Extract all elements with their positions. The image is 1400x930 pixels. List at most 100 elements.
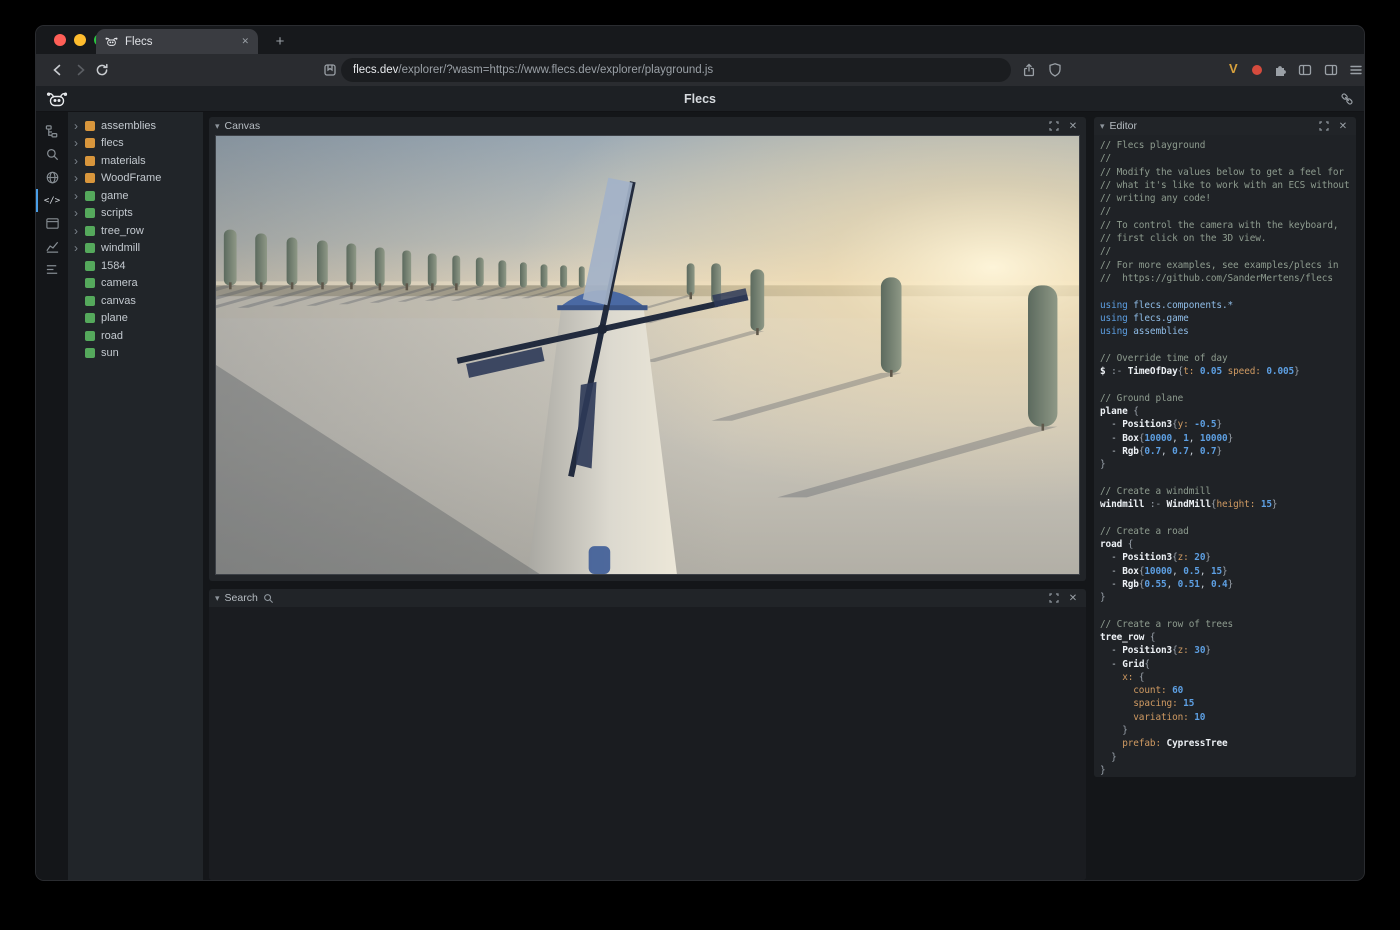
tab-close-icon[interactable]: ✕ xyxy=(241,36,249,47)
code-line: // Override time of day xyxy=(1100,352,1350,365)
entity-color-swatch xyxy=(85,121,95,131)
code-line xyxy=(1100,511,1350,524)
code-line xyxy=(1100,604,1350,617)
sidebar-panel-icon[interactable] xyxy=(1297,62,1313,78)
tree-item-road[interactable]: road xyxy=(68,327,203,345)
tree-item-plane[interactable]: plane xyxy=(68,310,203,328)
entity-color-swatch xyxy=(85,278,95,288)
browser-tab[interactable]: Flecs ✕ xyxy=(96,29,258,54)
code-line: // Flecs playground xyxy=(1100,139,1350,152)
stats-panel-icon[interactable] xyxy=(36,258,68,281)
reading-list-panel-icon[interactable] xyxy=(1323,62,1339,78)
entity-color-swatch xyxy=(85,226,95,236)
new-tab-button[interactable]: + xyxy=(270,31,290,51)
tree-item-flecs[interactable]: › flecs xyxy=(68,135,203,153)
red-extension-icon[interactable] xyxy=(1252,65,1262,75)
share-icon[interactable] xyxy=(1021,62,1037,78)
reload-button[interactable] xyxy=(94,62,110,78)
code-line: // For more examples, see examples/plecs… xyxy=(1100,259,1350,272)
tab-strip: Flecs ✕ + xyxy=(36,26,1364,54)
code-line: } xyxy=(1100,458,1350,471)
close-panel-icon[interactable]: ✕ xyxy=(1066,591,1080,605)
editor-panel-title: Editor xyxy=(1110,120,1137,132)
code-line: - Box{10000, 1, 10000} xyxy=(1100,432,1350,445)
minimize-window-button[interactable] xyxy=(74,34,86,46)
chart-panel-icon[interactable] xyxy=(36,235,68,258)
tree-item-scripts[interactable]: ›scripts xyxy=(68,205,203,223)
tree-item-assemblies[interactable]: ›assemblies xyxy=(68,117,203,135)
code-line: plane { xyxy=(1100,405,1350,418)
entity-color-swatch xyxy=(85,296,95,306)
content-area: </> ›assemblies›flecs›materials›WoodFram… xyxy=(36,112,1364,880)
fullscreen-icon[interactable] xyxy=(1317,119,1331,133)
fullscreen-icon[interactable] xyxy=(1047,119,1061,133)
world-panel-icon[interactable] xyxy=(36,166,68,189)
shield-icon[interactable] xyxy=(1047,62,1063,78)
bookmarks-sidebar-icon[interactable] xyxy=(322,62,338,78)
url-host: flecs.dev xyxy=(353,64,398,76)
fullscreen-icon[interactable] xyxy=(1047,591,1061,605)
3d-viewport[interactable] xyxy=(215,135,1080,575)
tree-item-camera[interactable]: camera xyxy=(68,275,203,293)
entities-tree-panel-icon[interactable] xyxy=(36,120,68,143)
code-editor-panel-icon[interactable]: </> xyxy=(36,189,68,212)
tree-item-windmill[interactable]: ›windmill xyxy=(68,240,203,258)
tree-item-label: materials xyxy=(101,155,146,167)
expand-caret-icon[interactable]: › xyxy=(74,155,85,167)
code-line: } xyxy=(1100,764,1350,777)
close-panel-icon[interactable]: ✕ xyxy=(1066,119,1080,133)
collapse-caret-icon[interactable]: ▾ xyxy=(1100,122,1105,131)
code-line: - Position3{z: 30} xyxy=(1100,644,1350,657)
code-line: using flecs.game xyxy=(1100,312,1350,325)
tree-item-label: sun xyxy=(101,347,119,359)
tree-item-tree_row[interactable]: › tree_row xyxy=(68,222,203,240)
entity-color-swatch xyxy=(85,313,95,323)
entity-color-swatch xyxy=(85,191,95,201)
expand-caret-icon[interactable]: › xyxy=(74,225,85,237)
collapse-caret-icon[interactable]: ▾ xyxy=(215,594,220,603)
editor-code[interactable]: // Flecs playground//// Modify the value… xyxy=(1094,135,1356,777)
code-line: // Create a windmill xyxy=(1100,485,1350,498)
tree-item-label: WoodFrame xyxy=(101,172,161,184)
tree-item-game[interactable]: ›game xyxy=(68,187,203,205)
code-line: count: 60 xyxy=(1100,684,1350,697)
scene-3d xyxy=(216,136,1079,574)
collapse-caret-icon[interactable]: ▾ xyxy=(215,122,220,131)
close-panel-icon[interactable]: ✕ xyxy=(1336,119,1350,133)
menu-icon[interactable] xyxy=(1348,62,1364,78)
app-header: Flecs xyxy=(36,86,1364,112)
forward-button[interactable] xyxy=(72,62,88,78)
extensions-puzzle-icon[interactable] xyxy=(1272,62,1288,78)
canvas-panel: ▾ Canvas ✕ xyxy=(209,117,1086,581)
v-extension-icon[interactable]: V xyxy=(1229,61,1238,76)
expand-caret-icon[interactable]: › xyxy=(74,172,85,184)
back-button[interactable] xyxy=(50,62,66,78)
share-link-icon[interactable] xyxy=(1340,92,1354,106)
code-line: } xyxy=(1100,724,1350,737)
tree-item-sun[interactable]: sun xyxy=(68,345,203,363)
code-line: // Modify the values below to get a feel… xyxy=(1100,166,1350,179)
tree-item-label: plane xyxy=(101,312,128,324)
expand-caret-icon[interactable]: › xyxy=(74,120,85,132)
tree-item-materials[interactable]: › materials xyxy=(68,152,203,170)
tree-item-label: camera xyxy=(101,277,138,289)
code-line: - Position3{y: -0.5} xyxy=(1100,418,1350,431)
panel-icon-strip: </> xyxy=(36,112,68,880)
search-panel-icon[interactable] xyxy=(36,143,68,166)
tree-item-WoodFrame[interactable]: › WoodFrame xyxy=(68,170,203,188)
tree-item-canvas[interactable]: canvas xyxy=(68,292,203,310)
code-line xyxy=(1100,471,1350,484)
tree-item-1584[interactable]: 1584 xyxy=(68,257,203,275)
window-panel-icon[interactable] xyxy=(36,212,68,235)
expand-caret-icon[interactable]: › xyxy=(74,137,85,149)
expand-caret-icon[interactable]: › xyxy=(74,242,85,254)
code-line: // writing any code! xyxy=(1100,192,1350,205)
expand-caret-icon[interactable]: › xyxy=(74,190,85,202)
address-bar[interactable]: flecs.dev/explorer/?wasm=https://www.fle… xyxy=(341,58,1011,82)
code-line: - Position3{z: 20} xyxy=(1100,551,1350,564)
close-window-button[interactable] xyxy=(54,34,66,46)
tree-item-label: flecs xyxy=(101,137,124,149)
tree-item-label: tree_row xyxy=(101,225,144,237)
expand-caret-icon[interactable]: › xyxy=(74,207,85,219)
search-results-area[interactable] xyxy=(209,607,1086,880)
